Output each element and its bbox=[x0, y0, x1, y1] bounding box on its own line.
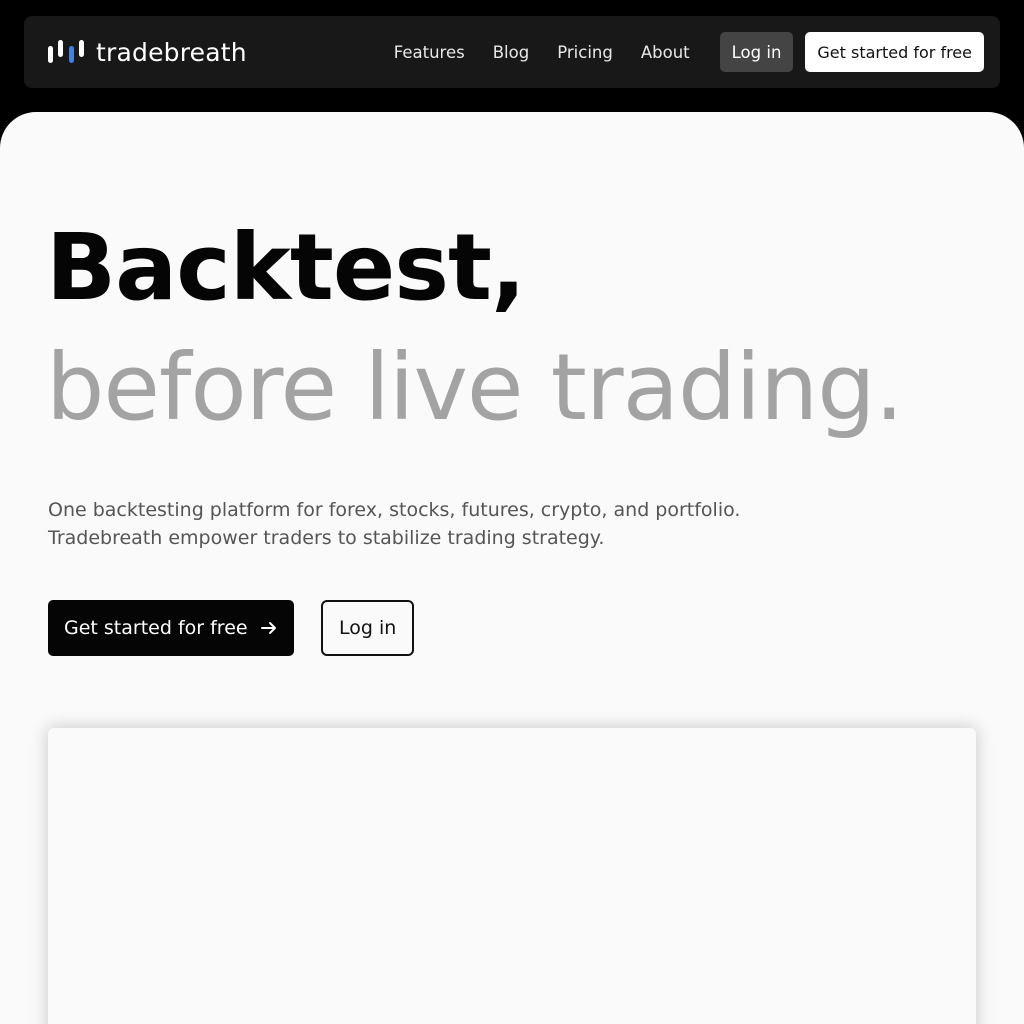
hero-description-line-2: Tradebreath empower traders to stabilize… bbox=[48, 527, 605, 549]
nav-link-features[interactable]: Features bbox=[394, 43, 465, 62]
nav-link-blog[interactable]: Blog bbox=[493, 43, 529, 62]
nav-get-started-button[interactable]: Get started for free bbox=[805, 32, 984, 72]
arrow-right-icon bbox=[260, 622, 276, 634]
nav-link-pricing[interactable]: Pricing bbox=[557, 43, 613, 62]
brand-name: tradebreath bbox=[96, 37, 247, 67]
bar-chart-logo-icon bbox=[48, 40, 85, 64]
hero-get-started-label: Get started for free bbox=[64, 617, 248, 639]
brand-logo-link[interactable]: tradebreath bbox=[48, 38, 247, 67]
hero-login-button[interactable]: Log in bbox=[321, 600, 415, 656]
nav-link-about[interactable]: About bbox=[641, 43, 690, 62]
nav-links: Features Blog Pricing About Log in Get s… bbox=[394, 32, 984, 72]
hero-section: Backtest, before live trading. One backt… bbox=[0, 112, 1024, 1024]
hero-headline-primary: Backtest, bbox=[46, 214, 526, 321]
hero-description: One backtesting platform for forex, stoc… bbox=[48, 496, 808, 552]
hero-headline-secondary: before live trading. bbox=[46, 334, 904, 441]
top-navbar: tradebreath Features Blog Pricing About … bbox=[24, 16, 1000, 88]
product-preview-panel bbox=[48, 728, 976, 1024]
hero-description-line-1: One backtesting platform for forex, stoc… bbox=[48, 499, 741, 521]
hero-get-started-button[interactable]: Get started for free bbox=[48, 600, 294, 656]
nav-login-button[interactable]: Log in bbox=[719, 32, 794, 72]
